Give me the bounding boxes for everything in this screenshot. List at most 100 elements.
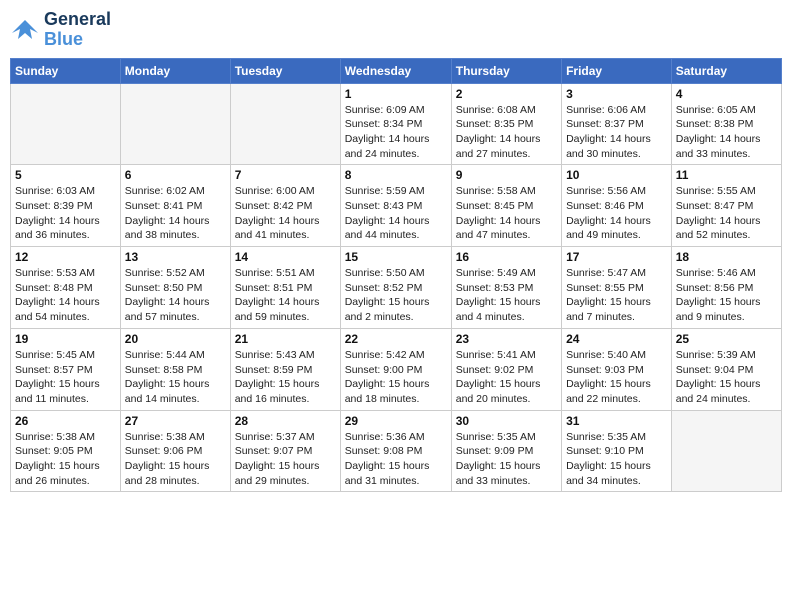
day-number: 22 [345,332,447,346]
calendar-cell: 6 Sunrise: 6:02 AM Sunset: 8:41 PM Daylig… [120,165,230,247]
calendar-cell: 18Sunrise: 5:46 AM Sunset: 8:56 PM Dayli… [671,247,781,329]
day-detail: Sunrise: 5:42 AM Sunset: 9:00 PM Dayligh… [345,348,447,407]
calendar-cell: 11 Sunrise: 5:55 AM Sunset: 8:47 PM Dayli… [671,165,781,247]
calendar-cell: 22 Sunrise: 5:42 AM Sunset: 9:00 PM Dayli… [340,328,451,410]
logo-icon [10,15,40,45]
day-number: 19 [15,332,116,346]
weekday-header-monday: Monday [120,58,230,83]
calendar-cell: 27 Sunrise: 5:38 AM Sunset: 9:06 PM Dayli… [120,410,230,492]
day-detail: Sunrise: 5:55 AM Sunset: 8:47 PM Dayligh… [676,184,777,243]
day-detail: Sunrise: 5:58 AM Sunset: 8:45 PM Dayligh… [456,184,557,243]
day-number: 16 [456,250,557,264]
day-number: 12 [15,250,116,264]
day-detail: Sunrise: 6:09 AM Sunset: 8:34 PM Dayligh… [345,103,447,162]
calendar-cell: 21Sunrise: 5:43 AM Sunset: 8:59 PM Dayli… [230,328,340,410]
calendar-cell: 28 Sunrise: 5:37 AM Sunset: 9:07 PM Dayli… [230,410,340,492]
day-detail: Sunrise: 6:02 AM Sunset: 8:41 PM Dayligh… [125,184,226,243]
day-number: 20 [125,332,226,346]
calendar-cell: 20Sunrise: 5:44 AM Sunset: 8:58 PM Dayli… [120,328,230,410]
calendar-week-row: 1Sunrise: 6:09 AM Sunset: 8:34 PM Daylig… [11,83,782,165]
calendar-cell: 17 Sunrise: 5:47 AM Sunset: 8:55 PM Dayli… [562,247,672,329]
day-number: 5 [15,168,116,182]
day-detail: Sunrise: 5:38 AM Sunset: 9:06 PM Dayligh… [125,430,226,489]
calendar-cell: 10 Sunrise: 5:56 AM Sunset: 8:46 PM Dayli… [562,165,672,247]
day-number: 11 [676,168,777,182]
day-detail: Sunrise: 5:51 AM Sunset: 8:51 PM Dayligh… [235,266,336,325]
calendar-cell [230,83,340,165]
calendar-cell: 31Sunrise: 5:35 AM Sunset: 9:10 PM Dayli… [562,410,672,492]
day-detail: Sunrise: 5:53 AM Sunset: 8:48 PM Dayligh… [15,266,116,325]
day-number: 27 [125,414,226,428]
weekday-header-saturday: Saturday [671,58,781,83]
day-detail: Sunrise: 5:37 AM Sunset: 9:07 PM Dayligh… [235,430,336,489]
calendar-cell: 19 Sunrise: 5:45 AM Sunset: 8:57 PM Dayli… [11,328,121,410]
day-number: 15 [345,250,447,264]
calendar-cell: 7Sunrise: 6:00 AM Sunset: 8:42 PM Daylig… [230,165,340,247]
day-number: 13 [125,250,226,264]
day-number: 29 [345,414,447,428]
calendar-cell: 8 Sunrise: 5:59 AM Sunset: 8:43 PM Daylig… [340,165,451,247]
day-detail: Sunrise: 6:05 AM Sunset: 8:38 PM Dayligh… [676,103,777,162]
day-detail: Sunrise: 5:56 AM Sunset: 8:46 PM Dayligh… [566,184,667,243]
day-detail: Sunrise: 5:38 AM Sunset: 9:05 PM Dayligh… [15,430,116,489]
day-number: 24 [566,332,667,346]
calendar-week-row: 12 Sunrise: 5:53 AM Sunset: 8:48 PM Dayli… [11,247,782,329]
day-detail: Sunrise: 6:06 AM Sunset: 8:37 PM Dayligh… [566,103,667,162]
day-number: 28 [235,414,336,428]
day-detail: Sunrise: 5:35 AM Sunset: 9:09 PM Dayligh… [456,430,557,489]
day-number: 30 [456,414,557,428]
weekday-header-thursday: Thursday [451,58,561,83]
calendar-table: SundayMondayTuesdayWednesdayThursdayFrid… [10,58,782,493]
calendar-week-row: 19 Sunrise: 5:45 AM Sunset: 8:57 PM Dayli… [11,328,782,410]
day-number: 25 [676,332,777,346]
day-number: 8 [345,168,447,182]
weekday-header-wednesday: Wednesday [340,58,451,83]
weekday-header-tuesday: Tuesday [230,58,340,83]
calendar-cell: 30 Sunrise: 5:35 AM Sunset: 9:09 PM Dayli… [451,410,561,492]
calendar-cell [120,83,230,165]
weekday-header-friday: Friday [562,58,672,83]
day-detail: Sunrise: 5:41 AM Sunset: 9:02 PM Dayligh… [456,348,557,407]
day-number: 3 [566,87,667,101]
day-detail: Sunrise: 5:45 AM Sunset: 8:57 PM Dayligh… [15,348,116,407]
calendar-cell: 3 Sunrise: 6:06 AM Sunset: 8:37 PM Daylig… [562,83,672,165]
day-detail: Sunrise: 5:59 AM Sunset: 8:43 PM Dayligh… [345,184,447,243]
calendar-cell: 26 Sunrise: 5:38 AM Sunset: 9:05 PM Dayli… [11,410,121,492]
day-detail: Sunrise: 6:08 AM Sunset: 8:35 PM Dayligh… [456,103,557,162]
day-detail: Sunrise: 5:36 AM Sunset: 9:08 PM Dayligh… [345,430,447,489]
day-detail: Sunrise: 5:47 AM Sunset: 8:55 PM Dayligh… [566,266,667,325]
calendar-cell [11,83,121,165]
day-detail: Sunrise: 5:52 AM Sunset: 8:50 PM Dayligh… [125,266,226,325]
day-number: 4 [676,87,777,101]
day-number: 10 [566,168,667,182]
weekday-header-sunday: Sunday [11,58,121,83]
day-detail: Sunrise: 5:39 AM Sunset: 9:04 PM Dayligh… [676,348,777,407]
logo-text: General Blue [44,10,111,50]
calendar-cell: 2 Sunrise: 6:08 AM Sunset: 8:35 PM Daylig… [451,83,561,165]
calendar-cell: 1Sunrise: 6:09 AM Sunset: 8:34 PM Daylig… [340,83,451,165]
calendar-week-row: 26 Sunrise: 5:38 AM Sunset: 9:05 PM Dayli… [11,410,782,492]
day-detail: Sunrise: 6:03 AM Sunset: 8:39 PM Dayligh… [15,184,116,243]
day-number: 18 [676,250,777,264]
calendar-cell: 24Sunrise: 5:40 AM Sunset: 9:03 PM Dayli… [562,328,672,410]
day-number: 6 [125,168,226,182]
day-detail: Sunrise: 6:00 AM Sunset: 8:42 PM Dayligh… [235,184,336,243]
calendar-cell [671,410,781,492]
calendar-week-row: 5 Sunrise: 6:03 AM Sunset: 8:39 PM Daylig… [11,165,782,247]
calendar-cell: 4 Sunrise: 6:05 AM Sunset: 8:38 PM Daylig… [671,83,781,165]
day-detail: Sunrise: 5:50 AM Sunset: 8:52 PM Dayligh… [345,266,447,325]
calendar-cell: 23 Sunrise: 5:41 AM Sunset: 9:02 PM Dayli… [451,328,561,410]
day-number: 2 [456,87,557,101]
calendar-cell: 25 Sunrise: 5:39 AM Sunset: 9:04 PM Dayli… [671,328,781,410]
calendar-cell: 13 Sunrise: 5:52 AM Sunset: 8:50 PM Dayli… [120,247,230,329]
calendar-cell: 29 Sunrise: 5:36 AM Sunset: 9:08 PM Dayli… [340,410,451,492]
day-number: 17 [566,250,667,264]
weekday-header-row: SundayMondayTuesdayWednesdayThursdayFrid… [11,58,782,83]
page-header: General Blue [10,10,782,50]
calendar-cell: 5 Sunrise: 6:03 AM Sunset: 8:39 PM Daylig… [11,165,121,247]
day-detail: Sunrise: 5:49 AM Sunset: 8:53 PM Dayligh… [456,266,557,325]
logo: General Blue [10,10,111,50]
day-number: 23 [456,332,557,346]
day-number: 26 [15,414,116,428]
calendar-cell: 15 Sunrise: 5:50 AM Sunset: 8:52 PM Dayli… [340,247,451,329]
